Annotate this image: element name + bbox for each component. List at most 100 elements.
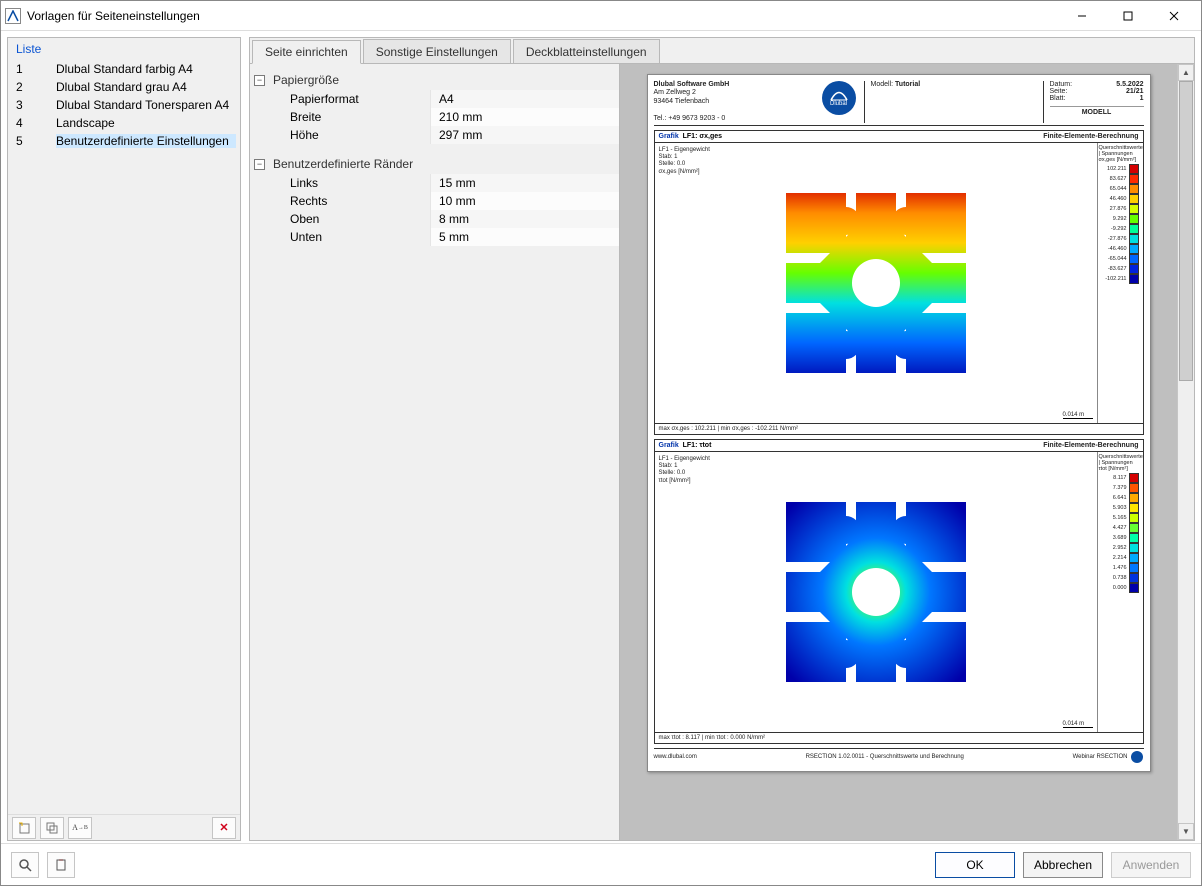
list-item[interactable]: 5Benutzerdefinierte Einstellungen <box>8 132 240 150</box>
legend-row: 5.165 <box>1099 513 1142 523</box>
legend-row: 83.627 <box>1099 174 1142 184</box>
legend-row: 6.641 <box>1099 493 1142 503</box>
modell-label: Modell: <box>871 81 894 88</box>
property-row[interactable]: Links15 mm <box>250 174 619 192</box>
titlebar: Vorlagen für Seiteneinstellungen <box>1 1 1201 31</box>
duplicate-template-button[interactable] <box>40 817 64 839</box>
minimize-button[interactable] <box>1059 1 1105 31</box>
preview-scroll[interactable]: Dlubal Software GmbH Am Zellweg 2 93464 … <box>620 64 1177 840</box>
property-value[interactable]: 15 mm <box>430 174 619 192</box>
search-button[interactable] <box>11 852 39 878</box>
property-key: Links <box>250 174 430 192</box>
legend-row: -65.044 <box>1099 254 1142 264</box>
scroll-down-button[interactable]: ▼ <box>1178 823 1194 840</box>
preview-scrollbar[interactable]: ▲ ▼ <box>1177 64 1194 840</box>
scrollbar-thumb[interactable] <box>1179 81 1193 381</box>
property-grid: −PapiergrößePapierformatA4Breite210 mmHö… <box>250 64 620 840</box>
legend-row: 0.738 <box>1099 573 1142 583</box>
window: Vorlagen für Seiteneinstellungen Liste 1… <box>0 0 1202 886</box>
list-item-name: Dlubal Standard Tonersparen A4 <box>56 98 236 112</box>
tab[interactable]: Sonstige Einstellungen <box>363 39 511 63</box>
list-item[interactable]: 4Landscape <box>8 114 240 132</box>
property-value[interactable]: 5 mm <box>430 228 619 246</box>
page-footer: www.dlubal.com RSECTION 1.02.0011 - Quer… <box>654 748 1144 765</box>
property-key: Papierformat <box>250 90 430 108</box>
modell-value: Tutorial <box>895 81 920 88</box>
legend-row: 102.211 <box>1099 164 1142 174</box>
property-value[interactable]: 297 mm <box>430 126 619 144</box>
app-icon <box>5 8 21 24</box>
addr2: 93464 Tiefenbach <box>654 98 710 105</box>
cancel-button[interactable]: Abbrechen <box>1023 852 1103 878</box>
legend-row: 5.903 <box>1099 503 1142 513</box>
property-value[interactable]: A4 <box>430 90 619 108</box>
list-item-name: Landscape <box>56 116 236 130</box>
tab[interactable]: Seite einrichten <box>252 40 361 64</box>
legend-1: Querschnittswerte | Spannungen σx,ges [N… <box>1097 143 1143 423</box>
new-template-button[interactable] <box>12 817 36 839</box>
legend-2: Querschnittswerte | Spannungen τtot [N/m… <box>1097 452 1143 732</box>
property-row[interactable]: PapierformatA4 <box>250 90 619 108</box>
clipboard-button[interactable] <box>47 852 75 878</box>
list-toolbar: A→B ✕ <box>8 814 240 840</box>
collapse-icon[interactable]: − <box>254 159 265 170</box>
settings-panel: Seite einrichtenSonstige EinstellungenDe… <box>249 37 1195 841</box>
property-row[interactable]: Rechts10 mm <box>250 192 619 210</box>
group-header[interactable]: −Papiergröße <box>250 70 619 90</box>
property-row[interactable]: Oben8 mm <box>250 210 619 228</box>
property-key: Höhe <box>250 126 430 144</box>
property-value[interactable]: 210 mm <box>430 108 619 126</box>
legend-row: 3.689 <box>1099 533 1142 543</box>
stress-plot-1 <box>776 183 976 383</box>
legend-row: 2.214 <box>1099 553 1142 563</box>
scroll-up-button[interactable]: ▲ <box>1178 64 1194 81</box>
company-name: Dlubal Software GmbH <box>654 81 730 88</box>
legend-row: -83.627 <box>1099 264 1142 274</box>
legend-row: 2.952 <box>1099 543 1142 553</box>
list-item-name: Dlubal Standard grau A4 <box>56 80 236 94</box>
legend-row: 46.460 <box>1099 194 1142 204</box>
block1-info: LF1 - Eigengewicht Stab: 1 Stelle: 0.0 σ… <box>659 147 710 176</box>
list-item-name: Benutzerdefinierte Einstellungen <box>56 134 236 148</box>
collapse-icon[interactable]: − <box>254 75 265 86</box>
block2-info: LF1 - Eigengewicht Stab: 1 Stelle: 0.0 τ… <box>659 456 710 485</box>
list-item-num: 2 <box>12 80 56 94</box>
bottom-bar: OK Abbrechen Anwenden <box>1 843 1201 885</box>
tel: Tel.: +49 9673 9203 - 0 <box>654 115 726 122</box>
list-item-name: Dlubal Standard farbig A4 <box>56 62 236 76</box>
tabs: Seite einrichtenSonstige EinstellungenDe… <box>250 38 1194 64</box>
rename-template-button[interactable]: A→B <box>68 817 92 839</box>
stress-plot-2 <box>776 492 976 692</box>
legend-row: 8.117 <box>1099 473 1142 483</box>
legend-row: 4.427 <box>1099 523 1142 533</box>
list-item-num: 3 <box>12 98 56 112</box>
close-button[interactable] <box>1151 1 1197 31</box>
list-item[interactable]: 3Dlubal Standard Tonersparen A4 <box>8 96 240 114</box>
legend-row: 1.476 <box>1099 563 1142 573</box>
property-value[interactable]: 8 mm <box>430 210 619 228</box>
dlubal-logo-icon: Dlubal <box>822 81 856 115</box>
ok-button[interactable]: OK <box>935 852 1015 878</box>
maximize-button[interactable] <box>1105 1 1151 31</box>
legend-row: 9.292 <box>1099 214 1142 224</box>
list-item[interactable]: 1Dlubal Standard farbig A4 <box>8 60 240 78</box>
legend-row: -46.460 <box>1099 244 1142 254</box>
property-value[interactable]: 10 mm <box>430 192 619 210</box>
property-row[interactable]: Breite210 mm <box>250 108 619 126</box>
legend-row: -27.876 <box>1099 234 1142 244</box>
list-item[interactable]: 2Dlubal Standard grau A4 <box>8 78 240 96</box>
tab[interactable]: Deckblatteinstellungen <box>513 39 660 63</box>
footer-logo-icon <box>1131 751 1143 763</box>
template-list[interactable]: 1Dlubal Standard farbig A42Dlubal Standa… <box>8 60 240 814</box>
property-row[interactable]: Unten5 mm <box>250 228 619 246</box>
addr1: Am Zellweg 2 <box>654 89 696 96</box>
group-title: Papiergröße <box>273 73 339 87</box>
group-header[interactable]: −Benutzerdefinierte Ränder <box>250 154 619 174</box>
group-title: Benutzerdefinierte Ränder <box>273 157 413 171</box>
preview-area: Dlubal Software GmbH Am Zellweg 2 93464 … <box>620 64 1194 840</box>
property-key: Unten <box>250 228 430 246</box>
property-key: Rechts <box>250 192 430 210</box>
page-preview: Dlubal Software GmbH Am Zellweg 2 93464 … <box>647 74 1151 772</box>
property-row[interactable]: Höhe297 mm <box>250 126 619 144</box>
delete-template-button[interactable]: ✕ <box>212 817 236 839</box>
